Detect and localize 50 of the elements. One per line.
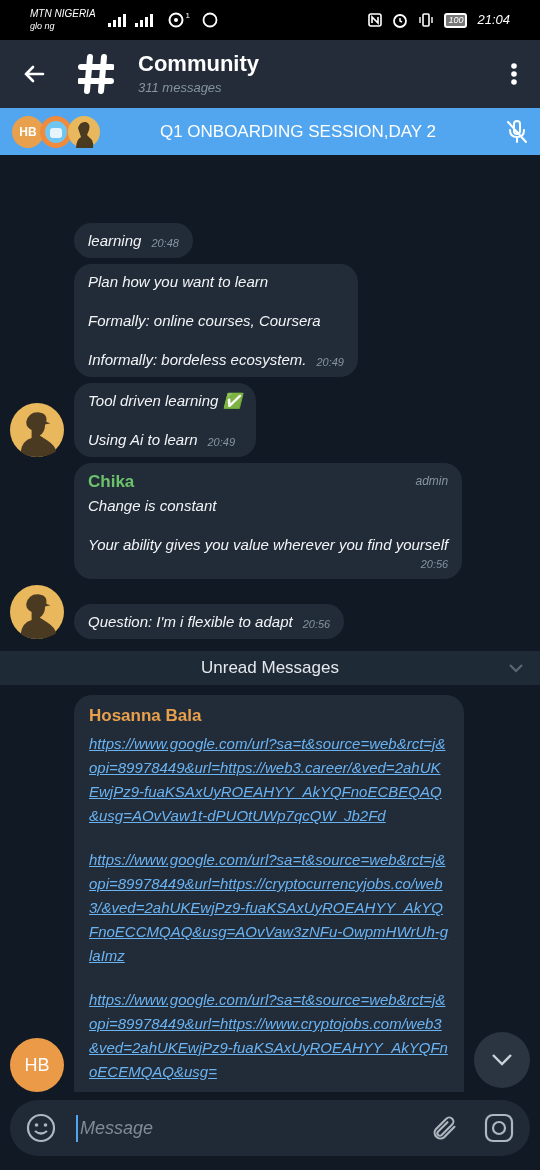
- message-time: 20:48: [151, 236, 179, 251]
- participant-avatar: [40, 115, 72, 148]
- message-text: learning: [88, 230, 142, 251]
- message-text: Plan how you want to learn: [88, 271, 270, 292]
- avatar-icon: [10, 584, 64, 639]
- message-text: Change is constant: [88, 496, 218, 516]
- unread-label: Unread Messages: [201, 656, 339, 679]
- sender-name: Hosanna Bala: [89, 704, 203, 727]
- message-time: 20:49: [207, 435, 236, 450]
- chat-title: Community: [138, 50, 260, 79]
- participant-avatar: HB: [12, 115, 44, 148]
- nfc-icon: [368, 13, 383, 27]
- emoji-icon[interactable]: [26, 1113, 56, 1143]
- signal-icon: [107, 13, 156, 27]
- message-composer[interactable]: Message: [10, 1100, 530, 1156]
- sender-name: Chika: [88, 470, 135, 493]
- clock: 21:04: [477, 11, 510, 30]
- message-time: 20:49: [316, 355, 344, 370]
- message-link[interactable]: https://www.google.com/url?sa=t&source=web&rct=j&opi=89978449&url=https://cryptocurrencyjobs.co/web3/&ved=2ahUKEwjPz9-fuaKSAxUyROEAHYY_AkYQFnoECCMQAQ&usg=AOvVaw3zNFu-OwpmHWrUh-glaImz: [89, 848, 449, 968]
- notification-count: 1: [185, 10, 190, 22]
- scroll-down-button[interactable]: [474, 1032, 530, 1088]
- carrier-name: glo ng: [30, 20, 56, 32]
- battery-indicator: 100: [444, 12, 468, 28]
- participant-avatar: [68, 115, 100, 148]
- message-text: Formally: online courses, Coursera: [88, 310, 322, 331]
- message-text: Tool driven learning ✅: [88, 390, 242, 411]
- member-count: 311 messages: [138, 79, 223, 98]
- message-time: 20:56: [420, 557, 449, 572]
- message-link[interactable]: https://www.google.com/url?sa=t&source=web&rct=j&opi=89978449&url=https://web3.career/&ved=2ahUKEwjPz9-fuaKSAxUyROEAHYY_AkYQFnoECBEQAQ&usg=AOvVaw1t-dPUOtUWp7qcQW_Jb2Fd: [89, 732, 449, 828]
- message-text: Using Ai to learn: [88, 429, 198, 450]
- mic-off-icon[interactable]: [506, 119, 528, 144]
- message-text: Your ability gives you value wherever you find yourself: [88, 535, 449, 555]
- voice-chat-title: Q1 ONBOARDING SESSION,DAY 2: [158, 120, 438, 143]
- role-label: admin: [415, 473, 449, 491]
- message-text: Question: I'm i flexible to adapt: [88, 611, 293, 632]
- more-options-icon[interactable]: [510, 62, 518, 86]
- hashtag-icon: [78, 54, 114, 94]
- message-link[interactable]: https://www.google.com/url?sa=t&source=web&rct=j&opi=89978449&url=https://www.cryptojobs.com/web3&ved=2ahUKEwjPz9-fuaKSAxUyROEAHYY_AkYQFnoECEMQAQ&usg=: [89, 988, 449, 1084]
- message-time: 20:56: [302, 617, 331, 632]
- sender-avatar: HB: [10, 1038, 64, 1092]
- chevron-down-icon: [491, 1053, 513, 1067]
- alarm-icon: [392, 12, 409, 28]
- camera-icon[interactable]: [484, 1113, 514, 1143]
- chevron-down-icon[interactable]: [508, 662, 524, 673]
- carrier-name: MTN NIGERIA: [30, 8, 96, 20]
- message-text: Informally: bordeless ecosystem.: [88, 349, 307, 370]
- hotspot-icon: [167, 12, 184, 28]
- avatar-icon: [10, 402, 64, 457]
- vibrate-icon: [418, 12, 435, 28]
- message-input[interactable]: Message: [76, 1114, 418, 1142]
